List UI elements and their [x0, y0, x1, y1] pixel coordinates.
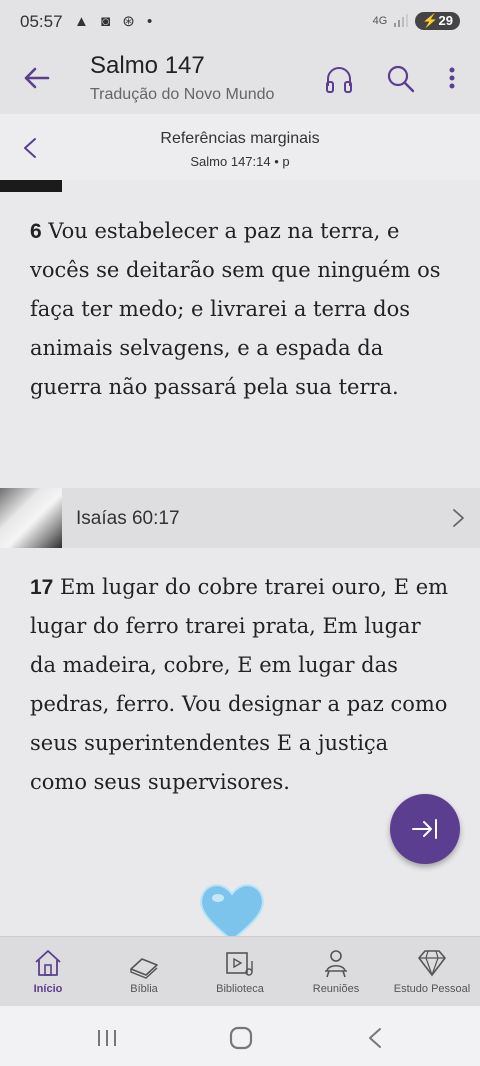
search-icon[interactable] [386, 64, 416, 94]
bible-icon [130, 958, 158, 979]
verse-text-2: 17 Em lugar do cobre trarei ouro, E em l… [30, 568, 450, 802]
reference-thumbnail-book [0, 488, 62, 548]
verse-content: Vou estabelecer a paz na terra, e vocês … [30, 219, 441, 399]
signal-icon [394, 14, 409, 27]
references-subtitle: Salmo 147:14 • p [190, 154, 290, 169]
home-button-icon[interactable] [229, 1026, 253, 1050]
verse-number-2: 17 [30, 576, 54, 599]
nav-label: Bíblia [130, 983, 158, 995]
heart-icon [200, 884, 264, 942]
nav-library[interactable]: Biblioteca [192, 937, 288, 1007]
reference-link-label: Isaías 60:17 [76, 508, 180, 529]
status-right: 4G ⚡29 [373, 12, 460, 30]
diamond-icon [418, 950, 446, 977]
headphones-icon[interactable] [324, 64, 354, 94]
system-back-icon[interactable] [366, 1026, 384, 1050]
open-panel-button[interactable] [390, 794, 460, 864]
notification-icons: ▲ ◙ ⊛ • [74, 13, 157, 30]
marginal-references-header: Referências marginais Salmo 147:14 • p [0, 114, 480, 180]
verse-number: 6 [30, 220, 42, 243]
status-time: 05:57 [20, 12, 63, 31]
nav-label: Reuniões [312, 983, 360, 995]
nav-label: Início [33, 983, 63, 995]
reference-link-row[interactable]: Isaías 60:17 [0, 488, 480, 548]
verse-content-2: Em lugar do cobre trarei ouro, E em luga… [30, 575, 449, 794]
nav-meetings[interactable]: Reuniões [288, 937, 384, 1007]
status-bar: 05:57 ▲ ◙ ⊛ • 4G ⚡29 [0, 0, 480, 44]
reference-thumbnail [0, 180, 62, 192]
nav-personal-study[interactable]: Estudo Pessoal [384, 937, 480, 1007]
chevron-right-icon [453, 509, 464, 527]
library-icon [226, 952, 253, 976]
battery-indicator: ⚡29 [415, 12, 460, 30]
page-subtitle: Tradução do Novo Mundo [90, 86, 275, 103]
verse-text: 6 Vou estabelecer a paz na terra, e você… [30, 212, 450, 407]
nav-label: Estudo Pessoal [393, 983, 471, 995]
more-options-icon[interactable] [446, 64, 458, 94]
system-navigation-bar [0, 1006, 480, 1066]
nav-bible[interactable]: Bíblia [96, 937, 192, 1007]
meetings-icon [325, 950, 347, 978]
back-arrow-icon[interactable] [22, 64, 50, 92]
nav-home[interactable]: Início [0, 937, 96, 1007]
bottom-navigation: Início Bíblia Biblioteca Reuniões Estudo… [0, 936, 480, 1007]
home-icon [35, 950, 61, 976]
network-label: 4G [372, 15, 388, 27]
arrow-to-right-icon [412, 819, 437, 839]
nav-label: Biblioteca [216, 983, 264, 995]
page-title: Salmo 147 [90, 52, 205, 79]
recent-apps-icon[interactable] [96, 1028, 118, 1048]
references-title: Referências marginais [160, 130, 320, 147]
app-bar: Salmo 147 Tradução do Novo Mundo [0, 44, 480, 114]
